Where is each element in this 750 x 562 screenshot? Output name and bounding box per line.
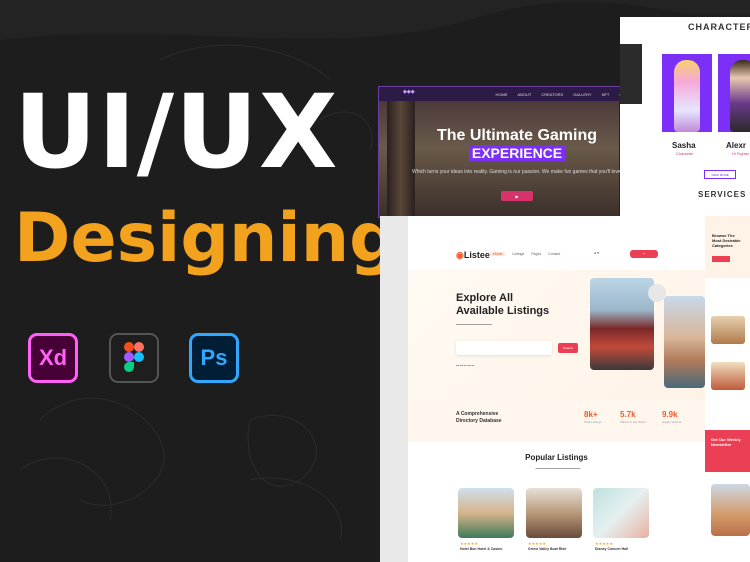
browse-line3: Categories xyxy=(712,242,733,248)
pin-icon: ◉ xyxy=(456,250,464,260)
photoshop-icon: Ps xyxy=(189,333,239,383)
listee-search-button[interactable]: Search xyxy=(558,343,578,353)
gaming-nav: HOME ABOUT CREATORS GALLERY NFT CONTACT … xyxy=(379,87,655,101)
character-name: Sasha xyxy=(672,141,696,150)
stat-label: Places in the World xyxy=(620,420,646,424)
stat-value: 5.7k xyxy=(620,410,636,419)
character-name: Alexr xyxy=(726,141,747,150)
character-figure xyxy=(730,60,750,132)
listee-heading-line2: Available Listings xyxy=(456,304,550,317)
stats-band xyxy=(408,400,705,442)
gaming-nav-item[interactable]: ABOUT xyxy=(518,92,532,97)
listee-description-placeholder: ▬▬▬▬▬▬▬▬▬▬▬▬ xyxy=(456,322,492,326)
popular-description-placeholder: ▬▬▬▬▬▬▬▬▬▬▬▬▬▬▬ xyxy=(535,466,581,470)
gaming-nav-item[interactable]: CREATORS xyxy=(541,92,563,97)
gaming-logo-icon: ◆◆◆ xyxy=(403,89,415,95)
stat-value: 9.9k xyxy=(662,410,678,419)
gaming-cta-button[interactable]: ▶ xyxy=(501,191,533,201)
popular-listings-title: Popular Listings xyxy=(525,453,588,462)
gaming-nav-item[interactable]: GALLERY xyxy=(573,92,591,97)
right-column-mockup: Browse The Most Desirable Categories Get O… xyxy=(705,216,750,562)
character-stand-shape xyxy=(620,44,642,104)
rating-stars-icon: ★★★★★ xyxy=(528,541,546,546)
xd-icon-label: Xd xyxy=(38,345,68,370)
rating-stars-icon: ★★★★★ xyxy=(595,541,613,546)
popular-tags-placeholder: ▬ ▬ ▬ ▬ ▬ xyxy=(456,363,475,367)
hero-title: UI/UX xyxy=(14,73,339,192)
listee-search-bar[interactable] xyxy=(456,341,552,355)
listee-logo-text: Listee xyxy=(463,250,490,260)
character-role: Hi Fighter xyxy=(732,151,750,156)
restaurant-photo xyxy=(590,278,654,370)
top-bar xyxy=(620,14,750,17)
newsletter-heading: Get Our Weekly Newsletter xyxy=(711,437,741,448)
services-heading: SERVICES xyxy=(698,190,747,199)
newsletter-line2: Newsletter xyxy=(711,441,732,447)
listee-nav-item[interactable]: Listings xyxy=(512,252,524,256)
stat-value: 8k+ xyxy=(584,410,598,419)
figma-icon xyxy=(109,333,159,383)
listee-logo: ◉Listee xyxy=(456,250,490,261)
listee-mockup: ◉Listee Home Listings Pages Contact ● ▾ … xyxy=(380,216,705,562)
listing-title[interactable]: Green Valley Boat Ride xyxy=(528,547,566,551)
listing-title[interactable]: Hotel Bon Hotel & Casino xyxy=(460,547,502,551)
arch-photo xyxy=(711,484,750,536)
gaming-description: Which turns your ideas into reality. Gam… xyxy=(411,169,623,175)
gaming-highlight: EXPERIENCE xyxy=(379,145,655,161)
category-image[interactable] xyxy=(711,316,745,344)
stats-heading: A Comprehensive Directory Database xyxy=(456,411,502,424)
characters-title: CHARACTERS xyxy=(688,22,750,32)
user-avatar-icon[interactable]: ● ▾ xyxy=(594,251,599,255)
rating-stars-icon: ★★★★★ xyxy=(460,541,478,546)
listee-nav: Home Listings Pages Contact xyxy=(490,252,560,256)
listee-nav-item[interactable]: Contact xyxy=(548,252,560,256)
character-role: Character xyxy=(676,151,694,156)
gaming-mockup: HOME ABOUT CREATORS GALLERY NFT CONTACT … xyxy=(378,86,656,218)
stats-heading-line1: A Comprehensive xyxy=(456,411,499,417)
browse-heading: Browse The Most Desirable Categories xyxy=(712,233,740,248)
listee-nav-item[interactable]: Home xyxy=(490,252,506,256)
gaming-title: The Ultimate Gaming xyxy=(436,127,598,144)
character-figure xyxy=(674,60,700,132)
gaming-highlight-text: EXPERIENCE xyxy=(468,145,566,161)
hero-subtitle: Designing xyxy=(14,199,398,278)
listing-card-image[interactable] xyxy=(458,488,514,538)
listing-card-image[interactable] xyxy=(526,488,582,538)
add-listing-button[interactable]: + xyxy=(630,250,658,258)
figma-logo-shape xyxy=(124,342,144,372)
stat-label: Total Listings xyxy=(584,420,602,424)
gaming-nav-item[interactable]: NFT xyxy=(602,92,610,97)
xd-icon: Xd xyxy=(28,333,78,383)
photoshop-icon-label: Ps xyxy=(200,345,228,370)
browse-button[interactable] xyxy=(712,256,730,262)
venice-photo xyxy=(664,296,705,388)
listing-card-image[interactable] xyxy=(593,488,649,538)
stat-label: Happy Visitors xyxy=(662,420,682,424)
category-image[interactable] xyxy=(711,362,745,390)
listee-nav-item[interactable]: Pages xyxy=(531,252,541,256)
stats-heading-line2: Directory Database xyxy=(456,417,502,424)
listee-heading: Explore All Available Listings xyxy=(456,292,549,317)
gaming-nav-item[interactable]: HOME xyxy=(496,92,508,97)
listee-heading-line1: Explore All xyxy=(456,292,514,304)
listing-title[interactable]: Disney Concert Hall xyxy=(595,547,628,551)
view-more-button[interactable]: VIEW MORE xyxy=(704,170,736,179)
